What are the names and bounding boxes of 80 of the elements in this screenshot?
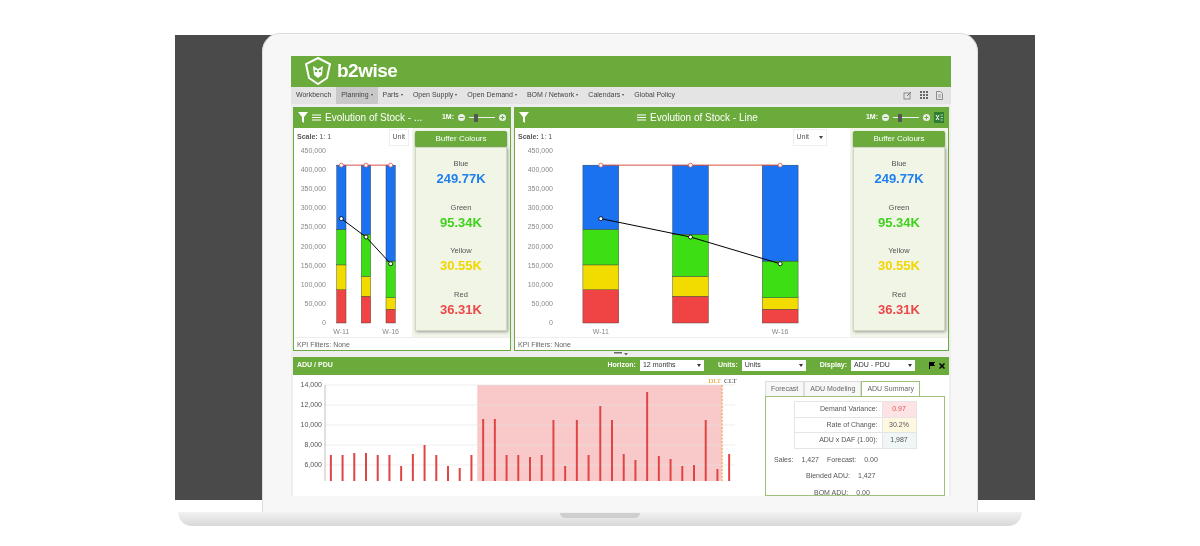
zoom-out-button[interactable] bbox=[882, 114, 889, 122]
chart-bar bbox=[411, 453, 414, 481]
metric-value: 30.55K bbox=[440, 257, 482, 276]
chart-bar bbox=[435, 454, 438, 481]
chart-bar bbox=[517, 454, 520, 481]
chart-bar bbox=[493, 418, 496, 481]
minus-icon bbox=[459, 115, 464, 121]
data-point bbox=[598, 162, 604, 168]
chart-bar bbox=[728, 453, 731, 481]
trend-line bbox=[340, 217, 392, 264]
data-point bbox=[338, 215, 344, 221]
metric-value: 36.31K bbox=[878, 300, 920, 319]
card-header: Buffer Colours bbox=[853, 130, 945, 147]
chart-bar bbox=[587, 454, 590, 481]
panel-title: Evolution of Stock - ... bbox=[325, 111, 423, 126]
chart-bar bbox=[423, 444, 426, 481]
chart-bar bbox=[353, 452, 356, 481]
filter-icon[interactable] bbox=[298, 112, 308, 124]
chart-bar bbox=[400, 465, 403, 481]
chart-bar bbox=[329, 454, 332, 481]
menu-icon[interactable] bbox=[637, 114, 647, 122]
grid-icon[interactable] bbox=[920, 91, 928, 100]
filter-icon[interactable] bbox=[519, 112, 529, 124]
slider-thumb[interactable] bbox=[898, 113, 903, 122]
data-point bbox=[363, 234, 369, 240]
chart-bar bbox=[634, 459, 637, 481]
data-point bbox=[388, 261, 394, 266]
logo-text: b2wise bbox=[337, 59, 398, 84]
plus-icon bbox=[924, 115, 929, 121]
chart-bar bbox=[564, 465, 567, 481]
chart-bar bbox=[669, 458, 672, 481]
chart-bar bbox=[341, 454, 344, 481]
resize-handle-icon[interactable] bbox=[614, 351, 628, 356]
metric-value: 95.34K bbox=[878, 213, 920, 232]
data-point bbox=[777, 261, 783, 266]
zoom-in-button[interactable] bbox=[499, 114, 506, 122]
chart-bar bbox=[540, 454, 543, 481]
document-icon[interactable] bbox=[936, 90, 943, 100]
chart-bar bbox=[388, 454, 391, 481]
chart-bar bbox=[704, 419, 707, 481]
spreadsheet-icon[interactable] bbox=[934, 112, 944, 124]
data-point bbox=[363, 162, 369, 168]
chart-bar bbox=[716, 468, 719, 481]
chart-bar bbox=[505, 454, 508, 481]
slider-thumb[interactable] bbox=[474, 113, 479, 122]
chart-bar bbox=[657, 455, 660, 481]
data-point bbox=[688, 162, 693, 168]
card-header: Buffer Colours bbox=[415, 130, 507, 147]
data-point bbox=[338, 162, 344, 168]
zoom-slider[interactable] bbox=[893, 116, 919, 119]
chart-bar bbox=[376, 454, 379, 481]
metric-value: 30.55K bbox=[878, 257, 920, 276]
minus-icon bbox=[883, 115, 888, 121]
plus-icon bbox=[500, 115, 505, 121]
zoom-out-button[interactable] bbox=[458, 114, 465, 122]
chart-bar bbox=[482, 418, 485, 481]
data-point bbox=[598, 215, 604, 221]
data-point bbox=[688, 234, 693, 240]
chart-bar bbox=[681, 465, 684, 481]
chart-bar bbox=[470, 454, 473, 481]
chart-bar bbox=[552, 419, 555, 481]
chart-bar bbox=[458, 467, 461, 481]
metric-value: 249.77K bbox=[874, 170, 924, 189]
chart-bar bbox=[575, 419, 578, 481]
flag-icon[interactable] bbox=[929, 362, 935, 369]
data-point bbox=[777, 162, 783, 168]
data-point bbox=[388, 162, 394, 168]
zoom-in-button[interactable] bbox=[923, 114, 930, 122]
chart-bar bbox=[622, 453, 625, 481]
panel-title: Evolution of Stock - Line bbox=[650, 111, 758, 126]
metric-value: 36.31K bbox=[440, 300, 482, 319]
caret-icon[interactable] bbox=[908, 364, 912, 367]
caret-icon[interactable] bbox=[696, 364, 701, 367]
metric-value: 95.34K bbox=[440, 213, 482, 232]
zoom-slider[interactable] bbox=[469, 116, 495, 119]
menu-icon[interactable] bbox=[312, 114, 321, 122]
close-icon[interactable] bbox=[939, 362, 945, 369]
metric-value: 249.77K bbox=[436, 170, 486, 189]
caret-icon[interactable] bbox=[798, 364, 803, 367]
edit-icon[interactable] bbox=[903, 90, 912, 100]
